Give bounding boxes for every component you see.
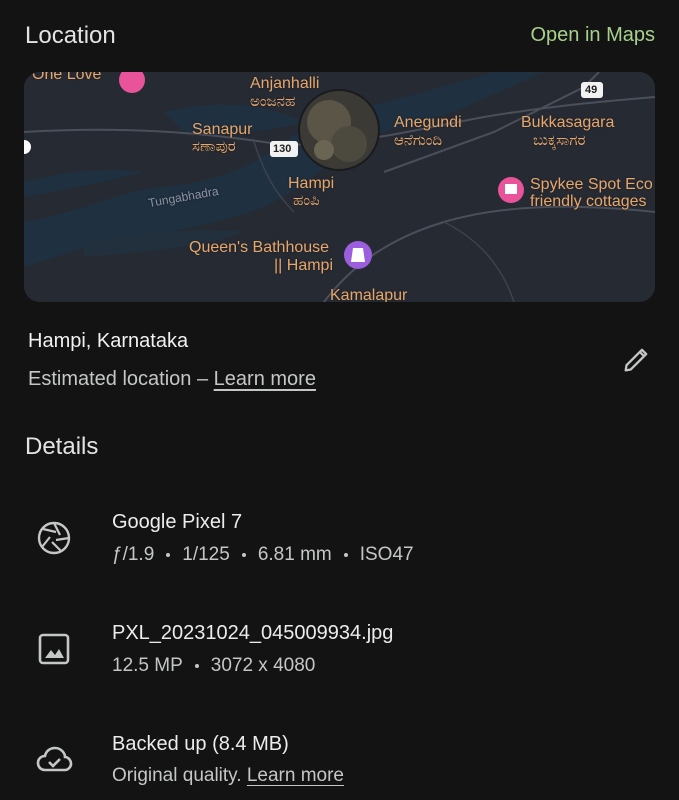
learn-more-location-link[interactable]: Learn more (214, 368, 316, 390)
backup-quality: Original quality. Learn more (112, 765, 344, 787)
map-label-queens-1: Queen's Bathhouse (189, 239, 330, 256)
map-label-one-love: One Love (32, 72, 102, 83)
estimated-location-text: Estimated location – Learn more (28, 368, 316, 391)
backup-status: Backed up (8.4 MB) (112, 733, 289, 755)
details-title: Details (25, 433, 99, 460)
learn-more-backup-link[interactable]: Learn more (247, 765, 344, 786)
map-label-anegundi: Anegundi (394, 114, 462, 131)
megapixels-value: 12.5 MP (112, 655, 183, 676)
map-label-sanapur-kn: ಸಣಾಪುರ (192, 138, 236, 155)
image-icon (34, 630, 74, 670)
map-label-queens-2: || Hampi (274, 257, 333, 274)
shutter-value: 1/125 (182, 544, 230, 565)
route-label-130: 130 (273, 143, 292, 155)
file-info: 12.5 MP 3072 x 4080 (112, 655, 315, 677)
map-label-bukkasagara: Bukkasagara (521, 114, 615, 131)
aperture-value: ƒ/1.9 (112, 544, 155, 565)
camera-model: Google Pixel 7 (112, 511, 243, 533)
aperture-icon (34, 518, 74, 558)
map-label-hampi-kn: ಹಂಪಿ (293, 192, 320, 209)
place-name: Hampi, Karnataka (28, 330, 189, 352)
camera-settings: ƒ/1.9 1/125 6.81 mm ISO47 (112, 544, 414, 566)
edit-location-button[interactable] (620, 342, 654, 376)
estimated-label: Estimated location – (28, 368, 209, 390)
map-label-hampi: Hampi (288, 175, 335, 192)
map-label-kamalapur: Kamalapur (330, 287, 408, 302)
map-label-sanapur: Sanapur (192, 121, 253, 138)
location-title: Location (25, 22, 116, 49)
pencil-icon (624, 348, 648, 372)
location-map[interactable]: One Love Anjanhalli ಅಂಜನಹ Sanapur ಸಣಾಪುರ… (24, 72, 655, 302)
map-label-bukkasagara-kn: ಬುಕ್ಕಸಾಗರ (533, 132, 586, 149)
map-label-spykee-1: Spykee Spot Eco (530, 176, 653, 193)
iso-value: ISO47 (359, 544, 414, 565)
focal-length-value: 6.81 mm (257, 544, 332, 565)
quality-label: Original quality. (112, 765, 242, 786)
map-label-anjanhalli: Anjanhalli (250, 75, 320, 92)
resolution-value: 3072 x 4080 (210, 655, 316, 676)
map-label-anjanhalli-kn: ಅಂಜನಹ (250, 93, 296, 110)
open-in-maps-link[interactable]: Open in Maps (530, 24, 655, 47)
map-label-spykee-2: friendly cottages (530, 193, 647, 210)
cloud-check-icon (34, 740, 74, 780)
map-label-anegundi-kn: ಆನೆಗುಂದಿ (394, 132, 443, 149)
route-label-49: 49 (585, 84, 598, 96)
file-name: PXL_20231024_045009934.jpg (112, 622, 394, 644)
